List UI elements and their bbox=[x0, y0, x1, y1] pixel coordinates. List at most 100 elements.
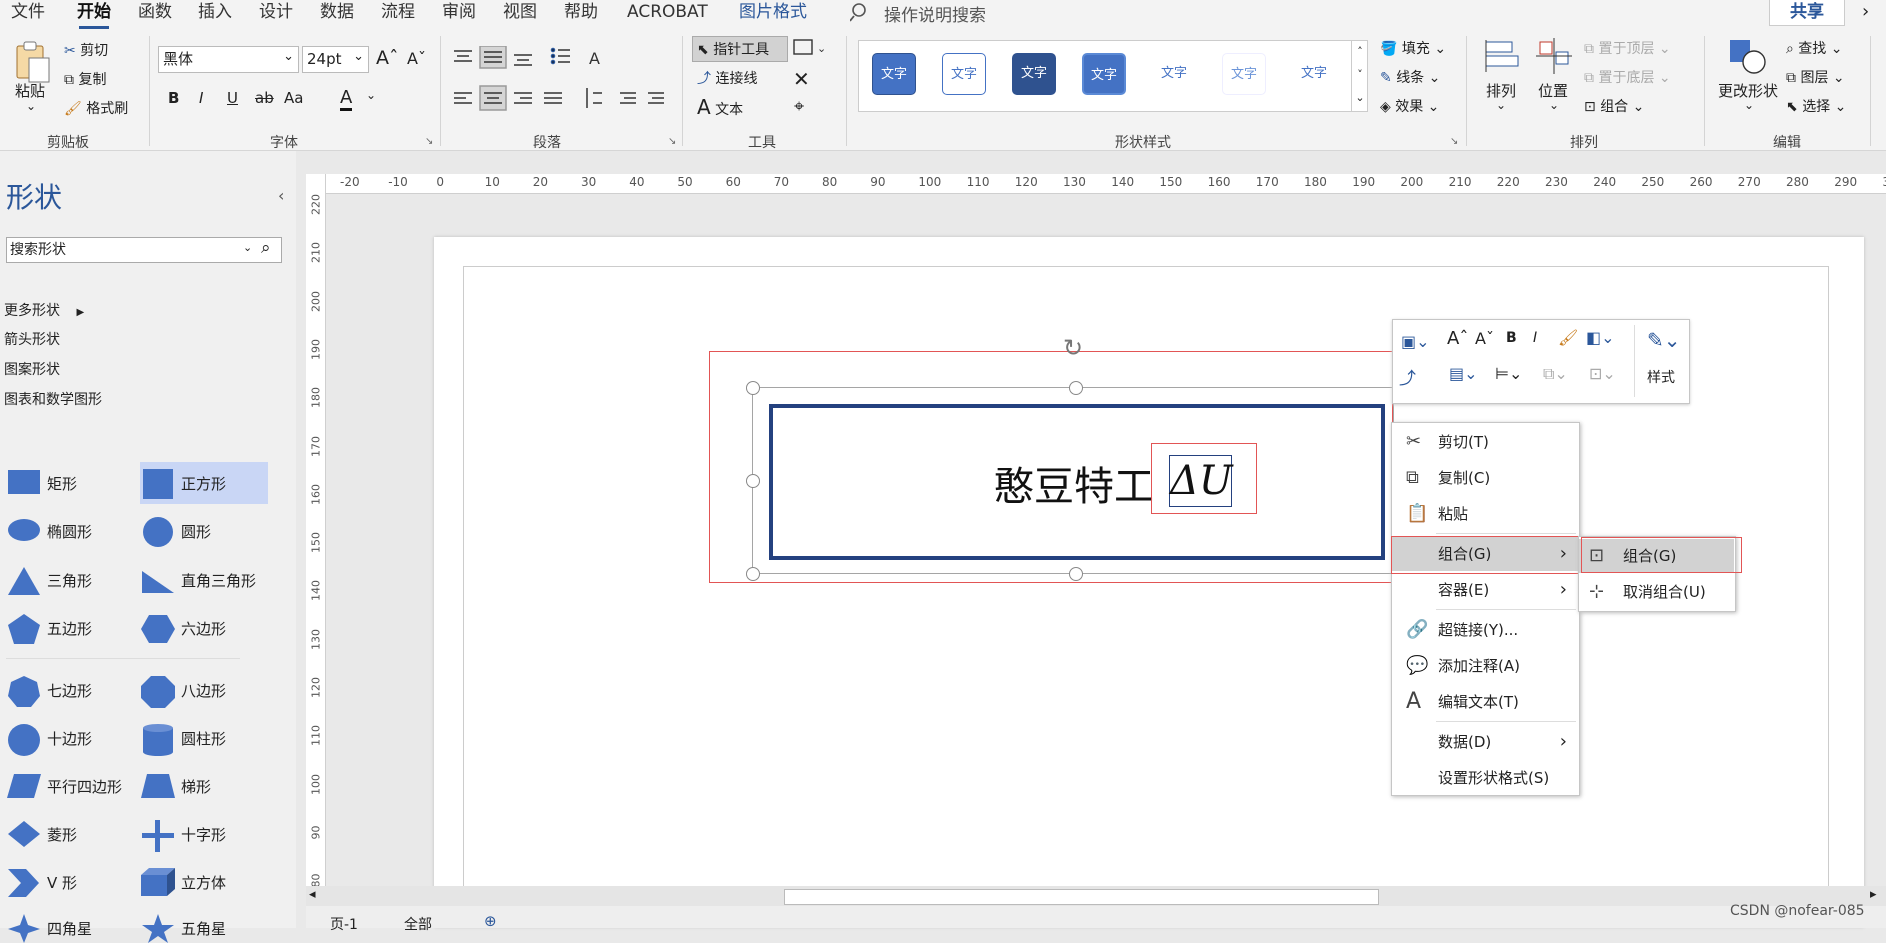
chevron-down-icon[interactable]: ⌄ bbox=[243, 236, 252, 260]
dialog-launcher-icon[interactable]: ↘ bbox=[668, 136, 676, 147]
text-box-icon[interactable]: ▣⌄ bbox=[1401, 332, 1430, 351]
italic-icon[interactable]: I bbox=[1533, 330, 1537, 346]
shape-style-4[interactable]: 文字 bbox=[1082, 53, 1126, 95]
category-pattern-shapes[interactable]: 图案形状 bbox=[4, 359, 60, 379]
resize-handle[interactable] bbox=[746, 567, 760, 581]
shape-cube[interactable]: 立方体 bbox=[141, 868, 226, 896]
menu-item-add-comment[interactable]: 💬 添加注释(A) bbox=[1392, 649, 1579, 683]
tab-design[interactable]: 设计 bbox=[259, 0, 293, 24]
line-style-icon[interactable]: ▤⌄ bbox=[1449, 364, 1478, 383]
shape-style-3[interactable]: 文字 bbox=[1012, 53, 1056, 95]
resize-handle[interactable] bbox=[746, 474, 760, 488]
dialog-launcher-icon[interactable]: ↘ bbox=[1450, 136, 1458, 147]
shape-style-1[interactable]: 文字 bbox=[872, 53, 916, 95]
page-tab[interactable]: 页-1 bbox=[330, 914, 358, 934]
shape-square[interactable]: 正方形 bbox=[143, 469, 226, 499]
collapse-pane-icon[interactable]: ‹ bbox=[278, 186, 284, 205]
italic-button[interactable]: I bbox=[199, 89, 203, 107]
grow-font-icon[interactable]: Aˆ bbox=[1447, 328, 1468, 349]
format-painter-button[interactable]: 🖌 格式刷 bbox=[64, 98, 128, 118]
resize-handle[interactable] bbox=[1069, 567, 1083, 581]
shape-octagon[interactable]: 八边形 bbox=[141, 676, 226, 708]
fill-button[interactable]: 🪣 填充 ⌄ bbox=[1380, 38, 1446, 58]
chevron-down-icon[interactable]: ⌄ bbox=[1496, 98, 1506, 112]
resize-handle[interactable] bbox=[746, 381, 760, 395]
change-shape-icon[interactable] bbox=[1728, 38, 1768, 80]
text-tool[interactable]: A 文本 bbox=[697, 95, 743, 119]
shape-parallelogram[interactable]: 平行四边形 bbox=[7, 774, 122, 798]
tab-help[interactable]: 帮助 bbox=[564, 0, 598, 24]
bold-button[interactable]: B bbox=[168, 89, 179, 107]
shape-cross[interactable]: 十字形 bbox=[142, 820, 226, 852]
share-button[interactable]: 共享 bbox=[1769, 0, 1845, 26]
font-name-select[interactable]: 黑体 bbox=[158, 44, 299, 73]
shape-trapezoid[interactable]: 梯形 bbox=[141, 774, 211, 798]
shape-hexagon[interactable]: 六边形 bbox=[141, 615, 226, 643]
menu-item-cut[interactable]: ✂ 剪切(T) bbox=[1392, 425, 1579, 459]
shrink-font-icon[interactable]: Aˇ bbox=[407, 49, 426, 68]
add-page-icon[interactable]: ⊕ bbox=[484, 912, 497, 930]
gallery-scroll[interactable]: ˄ ˅ ⌄ bbox=[1351, 40, 1368, 112]
shape-cylinder[interactable]: 圆柱形 bbox=[143, 724, 226, 756]
tab-acrobat[interactable]: ACROBAT bbox=[627, 0, 708, 24]
shape-style-2[interactable]: 文字 bbox=[942, 53, 986, 95]
chevron-down-icon[interactable]: ⌄ bbox=[1744, 98, 1754, 112]
style-label[interactable]: 样式 bbox=[1647, 367, 1675, 387]
tell-me-search[interactable]: 操作说明搜索 bbox=[884, 1, 986, 26]
category-arrow-shapes[interactable]: 箭头形状 bbox=[4, 329, 60, 349]
connection-point-icon[interactable]: ⌖ bbox=[794, 96, 804, 117]
scroll-left-icon[interactable]: ◂ bbox=[309, 887, 316, 902]
shape-fill-icon[interactable]: ◧⌄ bbox=[1586, 328, 1615, 347]
menu-item-copy[interactable]: ⧉ 复制(C) bbox=[1392, 461, 1579, 495]
chevron-down-icon[interactable]: ⌄ bbox=[1549, 98, 1559, 112]
shrink-font-icon[interactable]: Aˇ bbox=[1475, 329, 1494, 348]
bold-icon[interactable]: B bbox=[1506, 330, 1517, 346]
arrange-icon[interactable] bbox=[1484, 38, 1520, 78]
shape-style-5[interactable]: 文字 bbox=[1152, 53, 1196, 95]
tab-insert[interactable]: 插入 bbox=[198, 0, 232, 24]
submenu-item-ungroup[interactable]: ⊹ 取消组合(U) bbox=[1579, 575, 1734, 609]
category-more-shapes[interactable]: 更多形状 ▶ bbox=[4, 300, 84, 320]
rectangle-tool-icon[interactable]: ⌄ bbox=[793, 38, 829, 62]
shape-five-point-star[interactable]: 五角星 bbox=[142, 914, 226, 943]
tab-picture-format[interactable]: 图片格式 bbox=[739, 0, 807, 24]
connector-icon[interactable]: ⤴ bbox=[1399, 364, 1416, 389]
align-icon[interactable]: ⊨⌄ bbox=[1495, 364, 1522, 383]
all-pages-tab[interactable]: 全部 bbox=[404, 914, 432, 934]
copy-button[interactable]: ⧉ 复制 bbox=[64, 69, 106, 89]
shape-ellipse[interactable]: 椭圆形 bbox=[8, 519, 92, 542]
change-case-button[interactable]: Aa bbox=[284, 89, 303, 107]
cut-button[interactable]: ✂ 剪切 bbox=[64, 40, 108, 60]
shape-style-7[interactable]: 文字 bbox=[1292, 53, 1336, 95]
tab-data[interactable]: 数据 bbox=[320, 0, 354, 24]
shape-style-6[interactable]: 文字 bbox=[1222, 53, 1266, 95]
shape-text[interactable]: 憨豆特工 bbox=[994, 454, 1154, 512]
resize-handle[interactable] bbox=[1069, 381, 1083, 395]
group-button[interactable]: ⊡ 组合 ⌄ bbox=[1584, 96, 1644, 116]
menu-item-data[interactable]: 数据(D) › bbox=[1392, 725, 1579, 759]
shape-circle[interactable]: 圆形 bbox=[143, 517, 211, 547]
group-icon[interactable]: ⊡⌄ bbox=[1589, 364, 1616, 383]
scroll-right-icon[interactable]: ▸ bbox=[1870, 887, 1877, 902]
close-icon[interactable]: ✕ bbox=[793, 67, 810, 91]
formula-object[interactable]: ΔU bbox=[1169, 455, 1233, 507]
rotate-handle-icon[interactable]: ↻ bbox=[1063, 334, 1083, 362]
grow-font-icon[interactable]: Aˆ bbox=[376, 47, 399, 69]
dialog-launcher-icon[interactable]: ↘ bbox=[425, 136, 433, 147]
tab-review[interactable]: 审阅 bbox=[442, 0, 476, 24]
shape-pentagon[interactable]: 五边形 bbox=[8, 614, 92, 644]
brush-icon[interactable]: 🖌 bbox=[1558, 328, 1578, 347]
font-size-select[interactable]: 24pt bbox=[302, 44, 369, 73]
menu-item-hyperlink[interactable]: 🔗 超链接(Y)... bbox=[1392, 613, 1579, 647]
line-button[interactable]: ✎ 线条 ⌄ bbox=[1380, 67, 1440, 87]
tab-file[interactable]: 文件 bbox=[11, 0, 45, 24]
pointer-tool[interactable]: ⬉ 指针工具 bbox=[697, 39, 769, 59]
tab-view[interactable]: 视图 bbox=[503, 0, 537, 24]
bring-forward-icon[interactable]: ⧉⌄ bbox=[1543, 364, 1568, 384]
bring-to-front-button[interactable]: ⧉ 置于顶层 ⌄ bbox=[1584, 38, 1671, 58]
shape-chevron[interactable]: V 形 bbox=[8, 869, 77, 897]
menu-item-edit-text[interactable]: A 编辑文本(T) bbox=[1392, 685, 1579, 719]
shape-decagon[interactable]: 十边形 bbox=[8, 724, 92, 756]
category-chart-math-shapes[interactable]: 图表和数学图形 bbox=[4, 389, 102, 409]
tab-process[interactable]: 流程 bbox=[381, 0, 415, 24]
